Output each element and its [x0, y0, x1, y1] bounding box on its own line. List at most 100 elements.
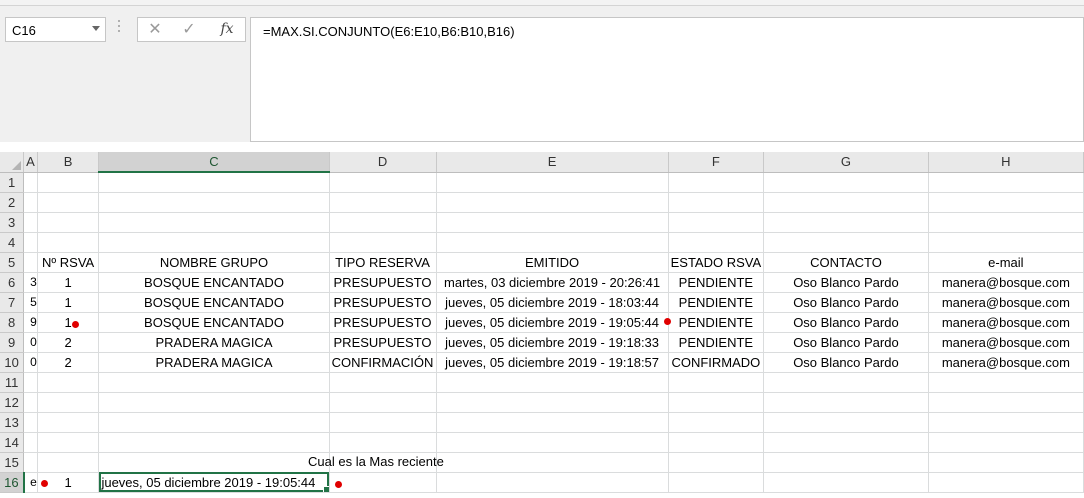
cell[interactable]: jueves, 05 diciembre 2019 - 19:05:44 [436, 312, 669, 333]
cell[interactable]: PENDIENTE [668, 292, 765, 313]
cell[interactable] [668, 192, 765, 213]
cell[interactable] [668, 412, 765, 433]
cell[interactable] [23, 392, 38, 413]
cell[interactable] [763, 432, 929, 453]
header-cell-nombre-grupo[interactable]: NOMBRE GRUPO [98, 252, 330, 273]
cell[interactable] [763, 392, 929, 413]
row-header[interactable]: 2 [0, 192, 25, 213]
cell[interactable] [436, 472, 669, 493]
cell[interactable] [37, 232, 100, 253]
cell[interactable]: 9 [23, 312, 38, 333]
cell[interactable] [763, 372, 929, 393]
cell[interactable]: PENDIENTE [668, 312, 765, 333]
cell[interactable]: e [23, 472, 38, 493]
cell[interactable] [668, 232, 765, 253]
cell[interactable] [668, 432, 765, 453]
cell[interactable]: 1 [37, 272, 100, 293]
column-header-e[interactable]: E [436, 152, 669, 173]
cell[interactable] [668, 472, 765, 493]
cell[interactable] [98, 232, 330, 253]
cell[interactable] [37, 192, 100, 213]
row-header[interactable]: 7 [0, 292, 25, 313]
header-cell-estado[interactable]: ESTADO RSVA [668, 252, 765, 273]
cell[interactable] [928, 192, 1084, 213]
cell[interactable] [329, 392, 437, 413]
cell[interactable] [668, 392, 765, 413]
cell[interactable]: PENDIENTE [668, 332, 765, 353]
row-header[interactable]: 1 [0, 172, 25, 193]
cell[interactable] [668, 372, 765, 393]
cell[interactable] [928, 432, 1084, 453]
cell[interactable] [23, 412, 38, 433]
cell[interactable]: jueves, 05 diciembre 2019 - 18:03:44 [436, 292, 669, 313]
column-header-a[interactable]: A [23, 152, 38, 173]
cell[interactable] [23, 432, 38, 453]
formula-input[interactable]: =MAX.SI.CONJUNTO(E6:E10,B6:B10,B16) [250, 17, 1084, 142]
cell[interactable]: 0 [23, 332, 38, 353]
row-header[interactable]: 6 [0, 272, 25, 293]
cell[interactable]: 2 [37, 352, 100, 373]
select-all-button[interactable] [0, 152, 25, 173]
enter-button[interactable]: ✓ [174, 18, 204, 41]
header-cell-emitido[interactable]: EMITIDO [436, 252, 669, 273]
cell[interactable] [98, 412, 330, 433]
name-box[interactable]: C16 [5, 17, 106, 42]
cell[interactable] [23, 192, 38, 213]
cell[interactable] [98, 392, 330, 413]
cell[interactable] [928, 452, 1084, 473]
cell[interactable]: jueves, 05 diciembre 2019 - 19:18:57 [436, 352, 669, 373]
column-header-f[interactable]: F [668, 152, 765, 173]
cancel-button[interactable]: ✕ [140, 18, 170, 41]
cell[interactable] [329, 432, 437, 453]
cell[interactable] [329, 212, 437, 233]
cell[interactable] [37, 432, 100, 453]
cell[interactable] [763, 232, 929, 253]
cell[interactable]: manera@bosque.com [928, 272, 1084, 293]
cell[interactable] [37, 172, 100, 193]
row-header[interactable]: 14 [0, 432, 25, 453]
row-header[interactable]: 15 [0, 452, 25, 473]
cell[interactable] [37, 212, 100, 233]
cell[interactable] [329, 372, 437, 393]
row-header[interactable]: 8 [0, 312, 25, 333]
cell[interactable] [37, 412, 100, 433]
row-header[interactable]: 11 [0, 372, 25, 393]
cell[interactable]: 1 [37, 292, 100, 313]
cell[interactable]: Oso Blanco Pardo [763, 272, 929, 293]
cell[interactable] [329, 192, 437, 213]
header-cell-email[interactable]: e-mail [928, 252, 1084, 273]
cell[interactable] [37, 372, 100, 393]
cell[interactable]: PRESUPUESTO [329, 312, 437, 333]
row-header[interactable]: 13 [0, 412, 25, 433]
row-header[interactable]: 3 [0, 212, 25, 233]
column-header-b[interactable]: B [37, 152, 100, 173]
cell[interactable] [37, 392, 100, 413]
cell[interactable]: manera@bosque.com [928, 312, 1084, 333]
cell[interactable] [928, 472, 1084, 493]
cell[interactable] [98, 172, 330, 193]
cell[interactable] [668, 212, 765, 233]
cell[interactable]: martes, 03 diciembre 2019 - 20:26:41 [436, 272, 669, 293]
cell[interactable]: 0 [23, 352, 38, 373]
cell[interactable] [436, 192, 669, 213]
cell[interactable]: PRADERA MAGICA [98, 332, 330, 353]
cell[interactable] [928, 372, 1084, 393]
row-header[interactable]: 4 [0, 232, 25, 253]
cell[interactable] [329, 472, 437, 493]
cell[interactable]: Oso Blanco Pardo [763, 292, 929, 313]
cell[interactable]: manera@bosque.com [928, 352, 1084, 373]
cell[interactable] [23, 452, 38, 473]
column-header-h[interactable]: H [928, 152, 1084, 173]
cell[interactable]: jueves, 05 diciembre 2019 - 19:18:33 [436, 332, 669, 353]
column-header-g[interactable]: G [763, 152, 929, 173]
cell[interactable] [98, 452, 330, 473]
cell[interactable] [436, 212, 669, 233]
header-cell-rsva[interactable]: Nº RSVA [37, 252, 100, 273]
cell[interactable]: 5 [23, 292, 38, 313]
cell[interactable]: 1 [37, 312, 100, 333]
row-header[interactable]: 12 [0, 392, 25, 413]
cell[interactable]: PENDIENTE [668, 272, 765, 293]
cell[interactable] [23, 212, 38, 233]
cell[interactable]: manera@bosque.com [928, 332, 1084, 353]
cell[interactable] [763, 412, 929, 433]
